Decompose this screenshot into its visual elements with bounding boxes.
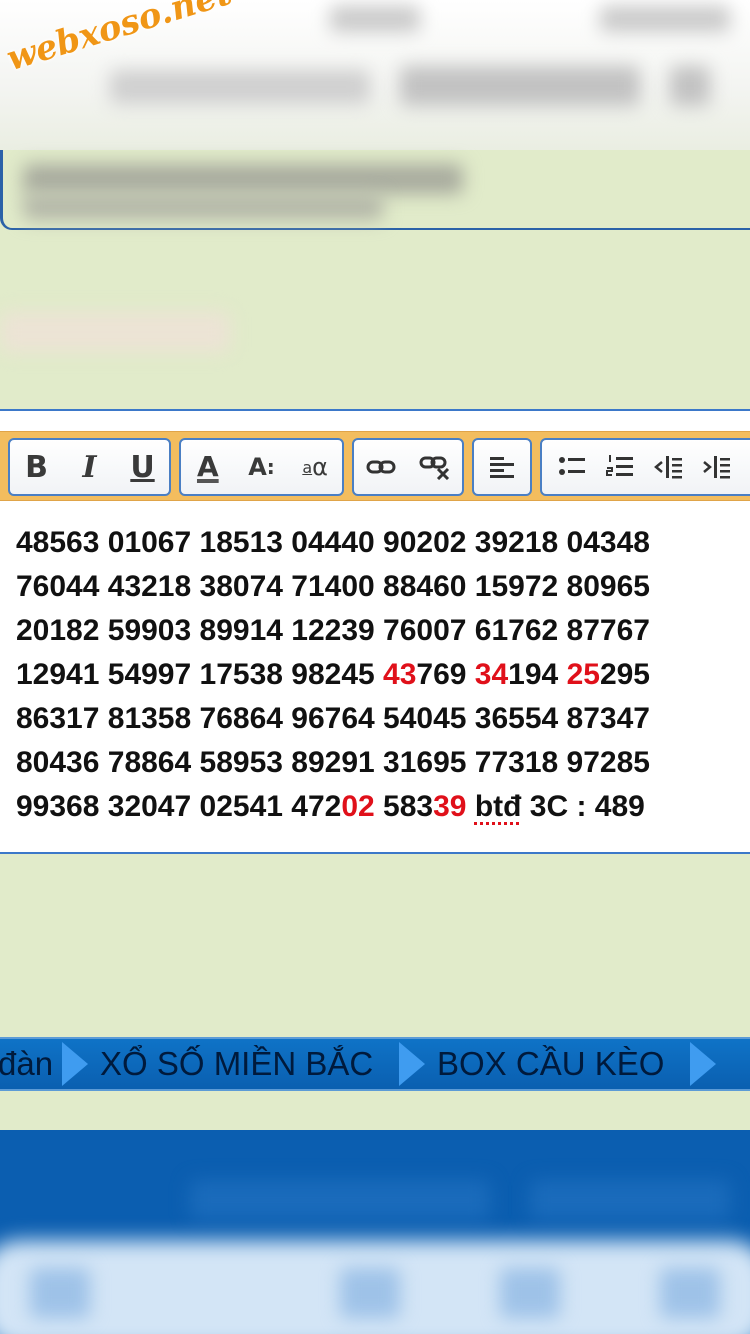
underline-button[interactable]: U (123, 447, 163, 487)
align-left-button[interactable] (482, 447, 522, 487)
text-case-icon-a: a (302, 457, 313, 477)
remove-link-button[interactable] (415, 447, 455, 487)
numbered-list-button[interactable] (600, 447, 640, 487)
text-segment: 769 (416, 658, 475, 691)
italic-button[interactable]: I (70, 447, 110, 487)
editor-toolbar: B I U A A: aα (0, 431, 750, 501)
align-group (472, 438, 532, 496)
text-line: 80436 78864 58953 89291 31695 77318 9728… (16, 741, 736, 785)
blurred-username (0, 312, 230, 352)
text-segment: 194 (508, 658, 567, 691)
highlighted-number: 34 (474, 658, 509, 691)
text-segment: 295 (599, 658, 650, 691)
text-line: 12941 54997 17538 98245 43769 34194 2529… (16, 653, 736, 697)
insert-link-button[interactable] (361, 447, 401, 487)
text-segment: 48563 01067 18513 04440 90202 39218 0434… (16, 526, 650, 559)
outdent-icon (654, 456, 682, 479)
blurred-tab-icon[interactable] (30, 1268, 90, 1318)
font-color-button[interactable]: A (188, 447, 228, 487)
font-size-icon: A (248, 453, 267, 481)
blurred-quote-line-1 (23, 164, 463, 194)
text-segment: 76044 43218 38074 71400 88460 15972 8096… (16, 570, 650, 603)
text-case-icon-alpha: α (312, 453, 328, 481)
blurred-tab-icon[interactable] (660, 1268, 720, 1318)
link-group (352, 438, 464, 496)
breadcrumb-item-xo-so-mien-bac[interactable]: XỔ SỐ MIỀN BẮC (100, 1039, 373, 1089)
indent-button[interactable] (696, 447, 736, 487)
blurred-tab-icon[interactable] (500, 1268, 560, 1318)
text-line: 99368 32047 02541 47202 58339 btđ 3C : 4… (16, 785, 736, 829)
blurred-menu-icon[interactable] (670, 66, 710, 106)
bold-button[interactable]: B (17, 447, 57, 487)
reply-text-area[interactable]: 48563 01067 18513 04440 90202 39218 0434… (16, 521, 736, 829)
highlighted-number: 39 (433, 790, 467, 823)
text-segment: 583 (374, 790, 434, 823)
bullet-list-icon (559, 457, 585, 475)
numbered-list-icon (606, 455, 633, 476)
text-segment (466, 790, 474, 823)
text-segment: 3C : 489 (521, 790, 645, 823)
blurred-title (110, 70, 370, 104)
text-segment: 80436 78864 58953 89291 31695 77318 9728… (16, 746, 650, 779)
text-line: 20182 59903 89914 12239 76007 61762 8776… (16, 609, 736, 653)
breadcrumb-bar: đàn XỔ SỐ MIỀN BẮC BOX CẦU KÈO (0, 1037, 750, 1091)
blurred-tab-icon[interactable] (340, 1268, 400, 1318)
blurred-quote-line-2 (23, 194, 383, 220)
chevron-right-icon (690, 1042, 716, 1086)
font-color-icon: A (196, 450, 219, 483)
chevron-right-icon (62, 1042, 88, 1086)
text-segment: 86317 81358 76864 96764 54045 36554 8734… (16, 702, 650, 735)
text-segment: 12941 54997 17538 98245 (16, 658, 384, 691)
chevron-right-icon (399, 1042, 425, 1086)
blurred-button[interactable] (400, 66, 640, 106)
blurred-footer-link (530, 1180, 730, 1220)
highlighted-number: 25 (566, 658, 600, 691)
text-segment: 20182 59903 89914 12239 76007 61762 8776… (16, 614, 650, 647)
forum-reply-page: webxoso.net B I U A A: a α 48563 01067 1… (0, 0, 750, 1334)
text-line: 48563 01067 18513 04440 90202 39218 0434… (16, 521, 736, 565)
text-case-button[interactable]: aα (295, 447, 335, 487)
indent-icon (703, 456, 730, 479)
font-size-colon: : (266, 455, 275, 479)
quoted-message (0, 150, 750, 230)
breadcrumb-item-box-cau-keo[interactable]: BOX CẦU KÈO (437, 1039, 664, 1089)
highlighted-number: 43 (383, 658, 417, 691)
text-line: 76044 43218 38074 71400 88460 15972 8096… (16, 565, 736, 609)
bullet-list-button[interactable] (552, 447, 592, 487)
blurred-status-text (330, 6, 420, 32)
breadcrumb-item-forum[interactable]: đàn (0, 1039, 53, 1089)
highlighted-number: 02 (341, 790, 375, 823)
font-size-button[interactable]: A: (241, 447, 281, 487)
text-line: 86317 81358 76864 96764 54045 36554 8734… (16, 697, 736, 741)
link-icon (366, 460, 396, 474)
list-group (540, 438, 750, 496)
font-group: A A: aα (179, 438, 344, 496)
outdent-button[interactable] (648, 447, 688, 487)
reply-editor[interactable]: B I U A A: aα 48563 01067 18513 04440 90… (0, 409, 750, 854)
align-left-icon (490, 457, 514, 478)
blurred-footer-text (190, 1180, 490, 1220)
misspelled-word: btđ (474, 790, 522, 823)
blurred-status-icons (600, 6, 730, 32)
unlink-icon (419, 456, 450, 480)
text-style-group: B I U (8, 438, 171, 496)
text-segment: 99368 32047 02541 472 (16, 790, 342, 823)
